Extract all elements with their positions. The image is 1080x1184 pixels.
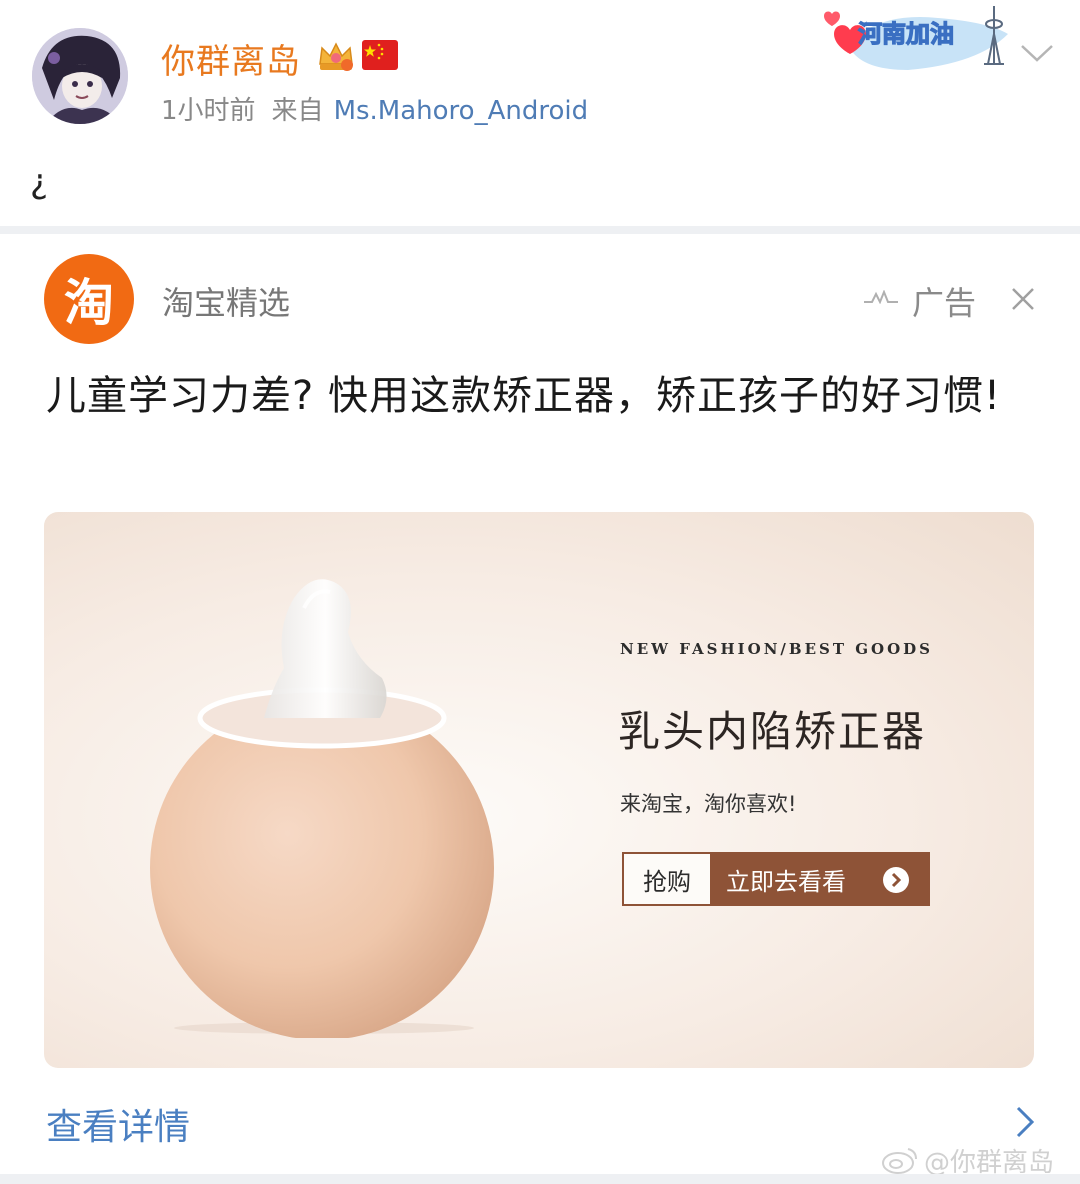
cta-left-label: 抢购: [624, 854, 710, 904]
sticker-text: 河南加油: [858, 20, 954, 48]
ad-source-name[interactable]: 淘宝精选: [162, 278, 290, 324]
taobao-logo[interactable]: 淘: [44, 254, 134, 344]
ad-banner[interactable]: NEW FASHION/BEST GOODS 乳头内陷矫正器 来淘宝，淘你喜欢!…: [44, 512, 1034, 1068]
product-image: [150, 579, 494, 1038]
cta-right-label: 立即去看看: [726, 867, 846, 896]
username[interactable]: 你群离岛: [161, 34, 301, 83]
arrow-right-circle-icon: [883, 867, 909, 893]
weibo-logo-icon: [882, 1148, 917, 1174]
post-source-link[interactable]: Ms.Mahoro_Android: [334, 96, 589, 126]
cta-right-section: 立即去看看: [710, 854, 928, 904]
chevron-down-icon[interactable]: [1018, 40, 1056, 66]
ad-title[interactable]: 儿童学习力差? 快用这款矫正器，矫正孩子的好习惯!: [46, 364, 1036, 428]
crown-badge-icon[interactable]: [316, 38, 356, 74]
buy-now-button[interactable]: 抢购 立即去看看: [622, 852, 930, 906]
china-flag-icon: [362, 40, 398, 70]
banner-product-name: 乳头内陷矫正器: [618, 707, 927, 756]
post-time: 1小时前: [161, 96, 256, 126]
source-prefix: 来自: [271, 96, 324, 126]
chevron-right-icon[interactable]: [1014, 1104, 1036, 1140]
watermark-text: @你群离岛: [924, 1147, 1055, 1178]
avatar-image: [32, 28, 128, 124]
banner-slogan: 来淘宝，淘你喜欢!: [620, 792, 797, 816]
henan-sticker[interactable]: 河南加油: [818, 4, 1018, 74]
weibo-post: 你群离岛 1小时前 来自 Ms.Mahoro_Android 河南加油 ¿: [0, 0, 1080, 226]
ad-label: 广告: [912, 284, 977, 322]
bottom-divider: [0, 1174, 1080, 1184]
post-meta: 1小时前 来自 Ms.Mahoro_Android: [161, 90, 588, 127]
post-text: ¿: [30, 162, 49, 202]
banner-tagline: NEW FASHION/BEST GOODS: [620, 640, 934, 658]
avatar[interactable]: [32, 28, 128, 124]
view-details-link[interactable]: 查看详情: [46, 1098, 190, 1150]
close-icon[interactable]: [1010, 286, 1036, 312]
divider: [0, 226, 1080, 234]
ad-card: 淘 淘宝精选 广告 儿童学习力差? 快用这款矫正器，矫正孩子的好习惯! NEW …: [0, 234, 1080, 1184]
ad-signal-icon: [864, 290, 898, 304]
